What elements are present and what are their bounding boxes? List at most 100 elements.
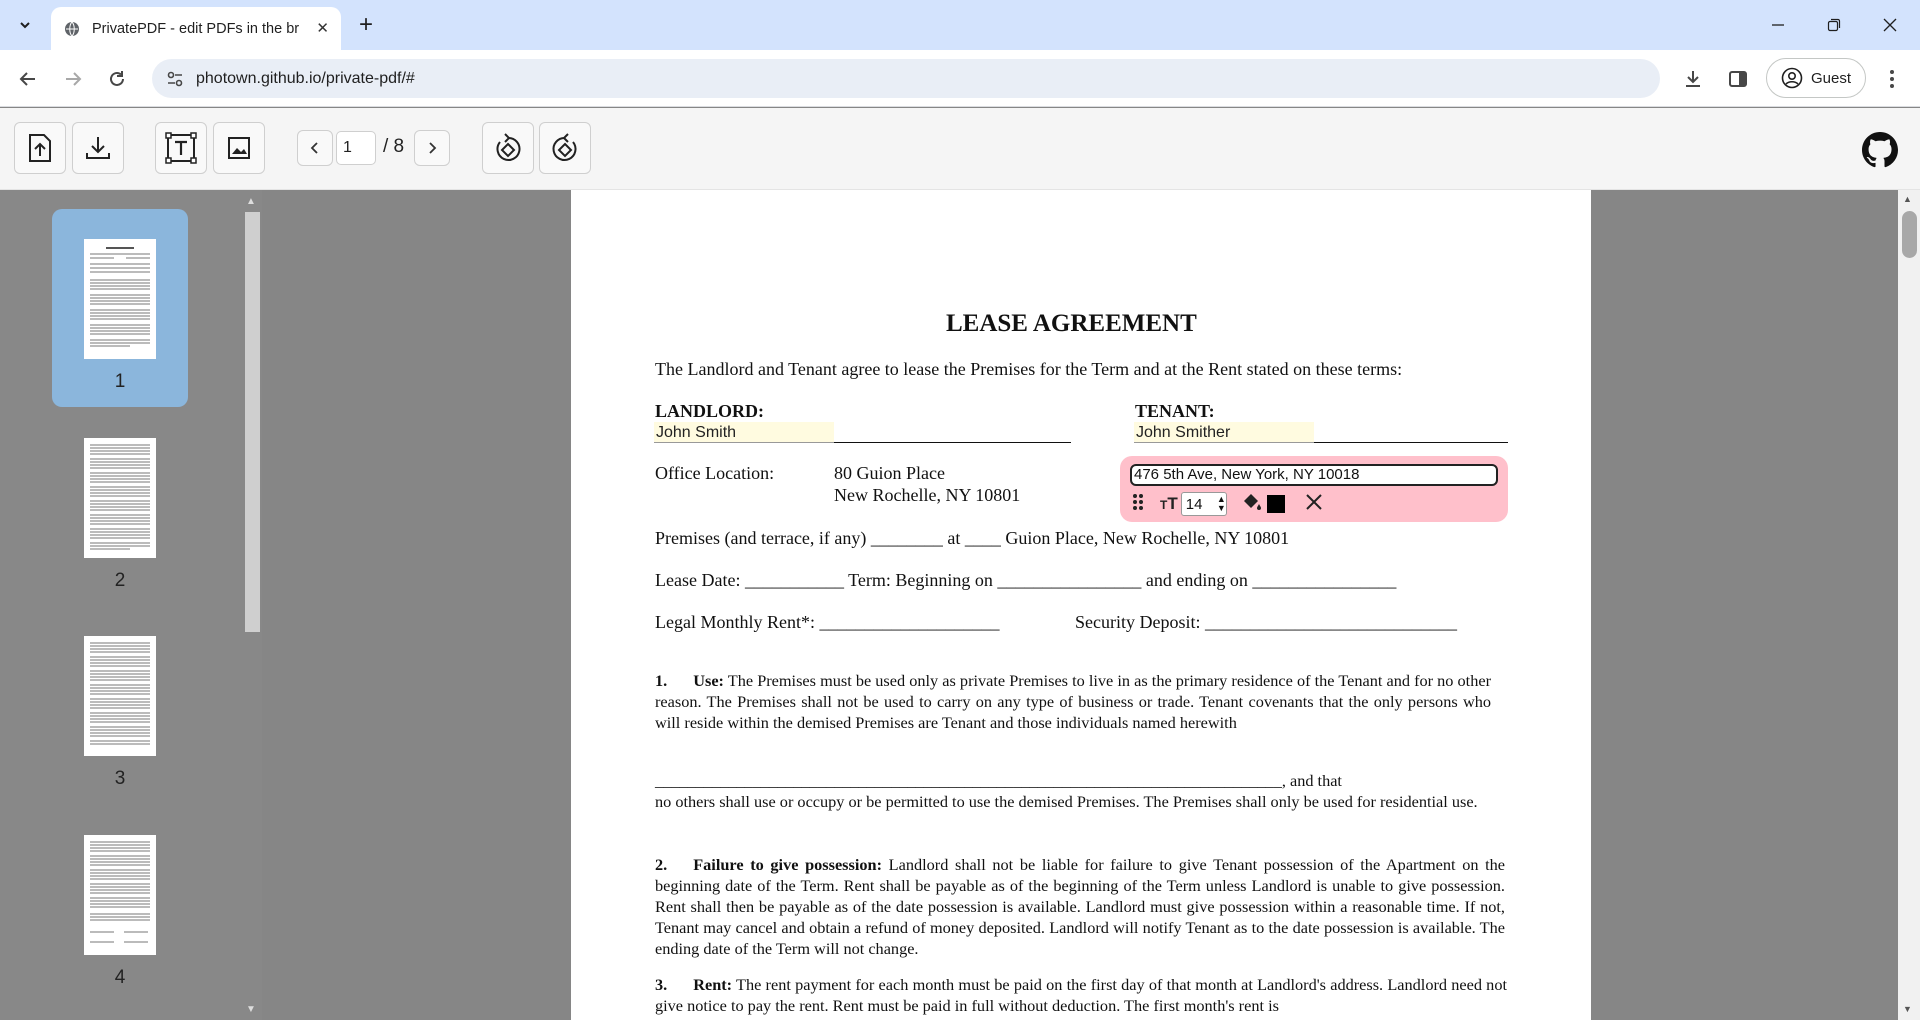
chevron-right-icon [429,142,437,154]
side-panel-button[interactable] [1722,63,1754,95]
text-box-icon [165,132,197,164]
intro-text: The Landlord and Tenant agree to lease t… [655,359,1403,379]
rotate-right-icon [496,133,521,161]
annotation-tools: TT 14 ▲ ▼ [1128,490,1323,518]
font-size-input[interactable]: 14 ▲ ▼ [1180,492,1227,516]
rotate-clockwise-button[interactable] [482,122,534,174]
previous-page-button[interactable] [297,130,333,166]
thumbnail-label: 4 [114,967,126,988]
signature-line [834,442,1071,443]
downloads-button[interactable] [1677,63,1709,95]
premises-line: Premises (and terrace, if any) ________ … [655,528,1290,548]
thumbnail-image [84,636,156,756]
office-line-1: 80 Guion Place [834,463,945,483]
reload-button[interactable] [101,63,133,95]
drag-handle-icon[interactable] [1132,493,1144,516]
download-icon [86,137,110,159]
main-scrollbar-thumb[interactable] [1902,211,1917,258]
rotate-counterclockwise-button[interactable] [539,122,591,174]
section-1-continued: no others shall use or occupy or be perm… [655,792,1478,811]
page-number-input[interactable] [336,131,376,165]
section-1-blank: ________________________________________… [655,771,1342,790]
add-text-button[interactable] [155,122,207,174]
annotation-text-input[interactable]: 476 5th Ave, New York, NY 10018 [1130,464,1498,486]
page-thumbnail-1[interactable]: 1 [52,209,188,407]
rotate-left-icon [552,133,577,161]
arrow-right-icon [66,72,82,86]
arrow-left-icon [19,72,35,86]
fill-color-icon[interactable] [1241,492,1263,517]
github-icon[interactable] [1862,132,1898,173]
section-3: 3. Rent: The rent payment for each month … [655,974,1507,1016]
site-info-icon[interactable] [166,70,184,93]
profile-button[interactable]: Guest [1766,58,1866,98]
tenant-name-field[interactable]: John Smither [1134,422,1314,443]
text-color-swatch[interactable] [1266,495,1285,513]
page-thumbnail-4[interactable]: 4 [52,805,188,1003]
section-text: The Premises must be used only as privat… [655,671,1491,732]
chevron-left-icon [310,142,318,154]
tab-search-button[interactable] [12,12,38,38]
sidebar-scrollbar-thumb[interactable] [245,212,260,632]
page-thumbnail-3[interactable]: 3 [52,606,188,804]
font-size-icon: TT [1160,494,1178,513]
pdf-page[interactable]: LEASE AGREEMENT The Landlord and Tenant … [571,190,1591,1020]
app-toolbar: / 8 [0,108,1920,190]
browser-tab[interactable]: PrivatePDF - edit PDFs in the br ✕ [51,7,341,50]
minimize-icon [1772,24,1784,26]
section-number: 1. [655,671,668,690]
upload-pdf-button[interactable] [14,122,66,174]
scroll-down-icon[interactable]: ▼ [1903,1004,1912,1014]
text-annotation-editor[interactable]: 476 5th Ave, New York, NY 10018 TT 14 ▲ ▼ [1120,456,1508,522]
section-1: 1. Use: The Premises must be used only as… [655,670,1491,733]
forward-button[interactable] [57,63,89,95]
page-thumbnail-2[interactable]: 2 [52,408,188,606]
rent-line: Legal Monthly Rent*: ___________________… [655,612,1000,632]
scroll-down-icon[interactable]: ▼ [246,1004,256,1015]
landlord-name-field[interactable]: John Smith [654,422,834,443]
section-text: The rent payment for each month must be … [655,975,1507,1015]
account-circle-icon [1781,67,1803,89]
close-tab-icon[interactable]: ✕ [316,19,329,37]
scroll-up-icon[interactable]: ▲ [246,196,256,207]
close-window-button[interactable] [1870,10,1910,40]
thumbnail-sidebar: 1 2 3 4 ▲ ▼ [0,190,262,1020]
section-title: Failure to give possession: [693,855,882,874]
signature-line [1314,442,1508,443]
file-upload-icon [29,134,51,162]
office-line-2: New Rochelle, NY 10801 [834,485,1021,505]
thumbnail-image [84,835,156,955]
thumbnail-label: 2 [114,570,126,591]
thumbnail-image [84,438,156,558]
next-page-button[interactable] [414,130,450,166]
font-size-value: 14 [1185,495,1203,513]
chevron-down-icon [20,22,30,29]
browser-menu-button[interactable] [1876,63,1908,95]
tab-title: PrivatePDF - edit PDFs in the br [92,20,300,37]
back-button[interactable] [12,63,44,95]
image-icon [228,137,250,159]
add-image-button[interactable] [213,122,265,174]
minimize-button[interactable] [1758,10,1798,40]
document-title: LEASE AGREEMENT [946,310,1197,337]
deposit-line: Security Deposit: ______________________… [1075,612,1457,632]
tenant-label: TENANT: [1135,401,1215,421]
section-number: 2. [655,855,668,874]
url-text: photown.github.io/private-pdf/# [196,69,415,87]
thumbnail-image [84,239,156,359]
main-scrollbar[interactable]: ▲ ▼ [1898,190,1920,1020]
close-icon[interactable] [1305,493,1323,516]
download-icon [1686,71,1700,87]
new-tab-button[interactable]: + [353,11,379,38]
reload-icon [110,71,124,86]
restore-icon [1827,18,1841,32]
stepper-icon[interactable]: ▲ ▼ [1217,495,1226,513]
scroll-up-icon[interactable]: ▲ [1903,194,1912,204]
download-pdf-button[interactable] [72,122,124,174]
restore-button[interactable] [1814,10,1854,40]
thumbnail-label: 1 [114,371,126,392]
profile-label: Guest [1811,69,1852,87]
address-bar[interactable]: photown.github.io/private-pdf/# [152,59,1660,98]
section-number: 3. [655,975,668,994]
browser-toolbar: photown.github.io/private-pdf/# Guest [0,50,1920,107]
